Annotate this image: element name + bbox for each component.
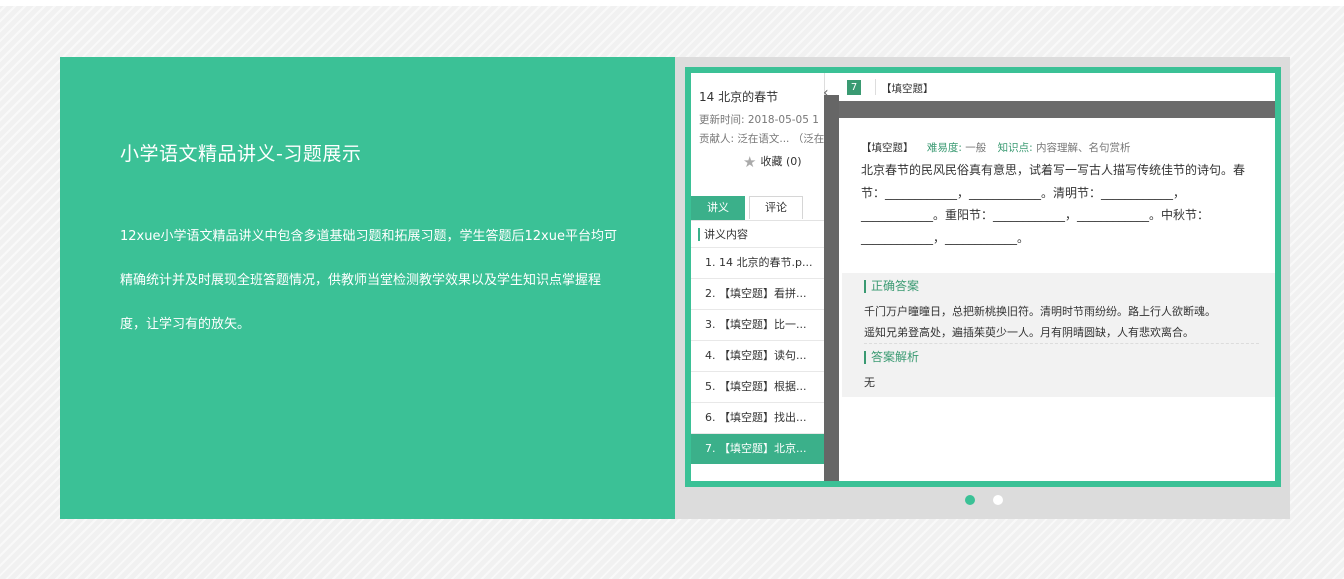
lesson-title: 14 北京的春节 (699, 90, 779, 104)
promo-panel: 小学语文精品讲义-习题展示 12xue小学语文精品讲义中包含多道基础习题和拓展习… (60, 57, 675, 519)
answer-line: 遥知兄弟登高处，遍插茱萸少一人。月有阴晴圆缺，人有悲欢离合。 (864, 326, 1194, 339)
handout-list: 1. 14 北京的春节.p... 2. 【填空题】看拼... 3. 【填空题】比… (691, 247, 824, 464)
tab-handout[interactable]: 讲义 (691, 196, 745, 220)
question-number: 7 (847, 80, 861, 95)
top-strip (0, 0, 1344, 6)
toolbar-strip (839, 101, 1275, 118)
app-preview: 14 北京的春节 更新时间: 2018-05-05 1 贡献人: 泛在语文...… (691, 73, 1275, 481)
question-text: 北京春节的民风民俗真有意思，试着写一写古人描写传统佳节的诗句。春 节：_____… (861, 163, 1246, 245)
carousel-dot-2[interactable] (993, 495, 1003, 505)
promo-title: 小学语文精品讲义-习题展示 (120, 143, 362, 165)
section-heading: 讲义内容 (698, 228, 748, 241)
difficulty-value: 一般 (965, 142, 987, 154)
sidebar-tabs: 讲义 评论 (691, 196, 824, 221)
knowledge-value: 内容理解、名句赏析 (1035, 142, 1131, 154)
divider (864, 343, 1259, 344)
list-item[interactable]: 5. 【填空题】根据... (691, 371, 824, 402)
divider (875, 79, 876, 95)
question-meta: 【填空题】 难易度: 一般 知识点: 内容理解、名句赏析 (861, 140, 1138, 155)
list-item[interactable]: 4. 【填空题】读句... (691, 340, 824, 371)
feature-banner: 小学语文精品讲义-习题展示 12xue小学语文精品讲义中包含多道基础习题和拓展习… (60, 57, 1290, 519)
question-type: 【填空题】 (861, 142, 914, 154)
answer-box: 正确答案 千门万户曈曈日，总把新桃换旧符。清明时节雨纷纷。路上行人欲断魂。 遥知… (842, 273, 1275, 397)
analysis-text: 无 (864, 376, 875, 389)
knowledge-label: 知识点: (997, 142, 1033, 154)
lesson-sidebar: 14 北京的春节 更新时间: 2018-05-05 1 贡献人: 泛在语文...… (691, 73, 825, 481)
correct-answer-heading: 正确答案 (864, 280, 919, 293)
answer-line: 千门万户曈曈日，总把新桃换旧符。清明时节雨纷纷。路上行人欲断魂。 (864, 305, 1216, 318)
showcase-panel: 14 北京的春节 更新时间: 2018-05-05 1 贡献人: 泛在语文...… (675, 57, 1290, 519)
drawer-handle[interactable] (824, 95, 839, 481)
analysis-heading: 答案解析 (864, 351, 919, 364)
question-header: 7 【填空题】 (839, 73, 1275, 102)
update-time: 更新时间: 2018-05-05 1 (699, 114, 819, 126)
header-question-type: 【填空题】 (881, 83, 934, 95)
difficulty-label: 难易度: (926, 142, 962, 154)
screenshot-frame: 14 北京的春节 更新时间: 2018-05-05 1 贡献人: 泛在语文...… (685, 67, 1281, 487)
promo-description: 12xue小学语文精品讲义中包含多道基础习题和拓展习题，学生答题后12xue平台… (120, 229, 617, 332)
list-item[interactable]: 1. 14 北京的春节.p... (691, 247, 824, 278)
collect-label: 收藏 (0) (760, 155, 802, 168)
list-item[interactable]: 6. 【填空题】找出... (691, 402, 824, 433)
contributor: 贡献人: 泛在语文... （泛在 (699, 133, 824, 145)
list-item-active[interactable]: 7. 【填空题】北京... (691, 433, 824, 464)
list-item[interactable]: 3. 【填空题】比一... (691, 309, 824, 340)
carousel-dot-1[interactable] (965, 495, 975, 505)
list-item[interactable]: 2. 【填空题】看拼... (691, 278, 824, 309)
collect-button[interactable]: ★ 收藏 (0) (743, 153, 802, 171)
tab-comments[interactable]: 评论 (749, 196, 803, 219)
star-icon: ★ (743, 153, 757, 171)
